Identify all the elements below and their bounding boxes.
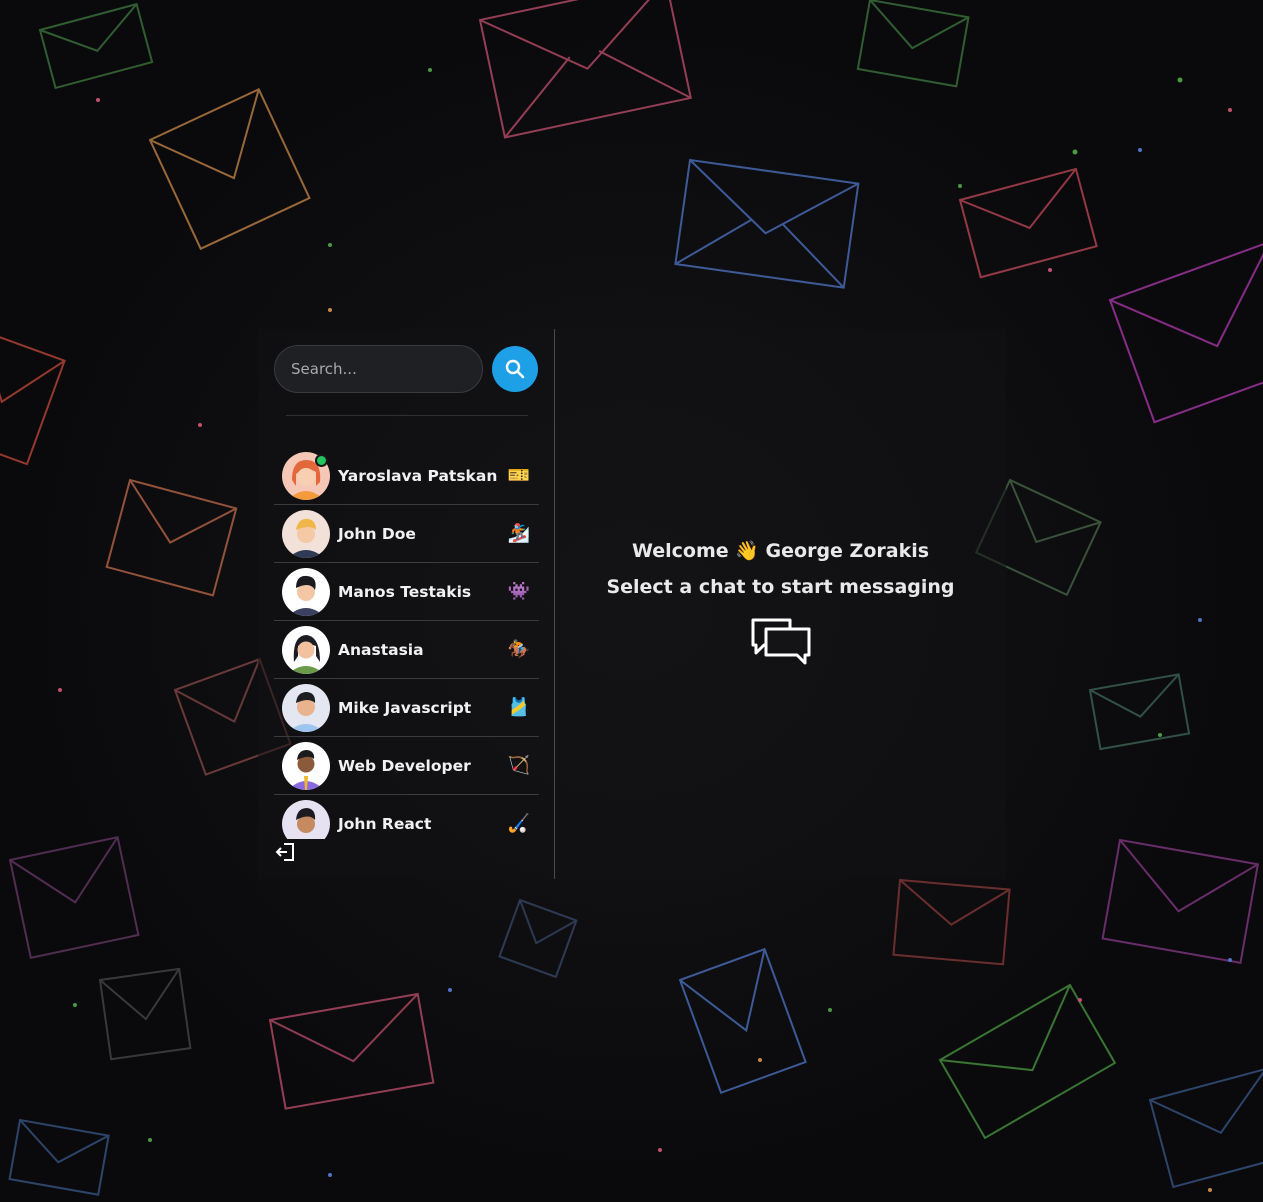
logout-icon[interactable]	[275, 841, 297, 863]
conversation-item[interactable]: Anastasia 🏇	[274, 621, 539, 679]
divider	[286, 415, 528, 416]
man-purple-avatar-icon	[282, 799, 330, 839]
conversation-item[interactable]: Manos Testakis 👾	[274, 563, 539, 621]
conversation-emoji: 🎫	[507, 465, 531, 486]
man-dark-hair-avatar-icon	[282, 567, 330, 616]
conversation-emoji: 🏂	[507, 523, 531, 544]
online-indicator	[315, 453, 328, 467]
avatar	[282, 625, 330, 674]
conversation-item[interactable]: Yaroslava Patskan 🎫	[274, 447, 539, 505]
conversation-emoji: 🏹	[507, 755, 531, 776]
conversation-name: Web Developer	[338, 756, 471, 775]
conversation-emoji: 👾	[507, 581, 531, 602]
search-input[interactable]	[274, 345, 483, 393]
man-blonde-avatar-icon	[282, 509, 330, 558]
welcome-text: Welcome 👋 George Zorakis	[631, 540, 930, 562]
chat-app-panel: Yaroslava Patskan 🎫 John Doe 🏂	[258, 329, 1006, 879]
avatar	[282, 451, 330, 500]
avatar	[282, 799, 330, 839]
conversation-emoji: 🎽	[507, 697, 531, 718]
conversation-item[interactable]: John Doe 🏂	[274, 505, 539, 563]
sidebar: Yaroslava Patskan 🎫 John Doe 🏂	[258, 329, 555, 879]
select-chat-hint: Select a chat to start messaging	[606, 576, 955, 598]
avatar	[282, 509, 330, 558]
conversation-name: Manos Testakis	[338, 582, 472, 601]
search-form	[274, 345, 538, 393]
message-container: Welcome 👋 George Zorakis Select a chat t…	[555, 329, 1006, 879]
conversation-emoji: 🏑	[507, 813, 531, 834]
man-yellow-tie-avatar-icon	[282, 741, 330, 790]
avatar	[282, 741, 330, 790]
avatar	[282, 683, 330, 732]
conversation-emoji: 🏇	[507, 639, 531, 660]
conversation-list: Yaroslava Patskan 🎫 John Doe 🏂 Manos Tes…	[274, 447, 539, 839]
conversation-name: John React	[338, 814, 432, 833]
conversation-item[interactable]: Web Developer 🏹	[274, 737, 539, 795]
search-button[interactable]	[492, 346, 538, 392]
no-chat-selected: Welcome 👋 George Zorakis Select a chat t…	[555, 537, 1006, 667]
chat-bubbles-icon	[751, 618, 810, 665]
woman-green-avatar-icon	[282, 625, 330, 674]
conversation-name: Mike Javascript	[338, 698, 472, 717]
conversation-item[interactable]: John React 🏑	[274, 795, 539, 839]
avatar	[282, 567, 330, 616]
conversation-name: John Doe	[338, 524, 416, 543]
conversation-name: Yaroslava Patskan	[338, 466, 498, 485]
conversation-name: Anastasia	[338, 640, 424, 659]
conversation-item[interactable]: Mike Javascript 🎽	[274, 679, 539, 737]
search-icon	[505, 359, 525, 379]
man-blue-shirt-avatar-icon	[282, 683, 330, 732]
